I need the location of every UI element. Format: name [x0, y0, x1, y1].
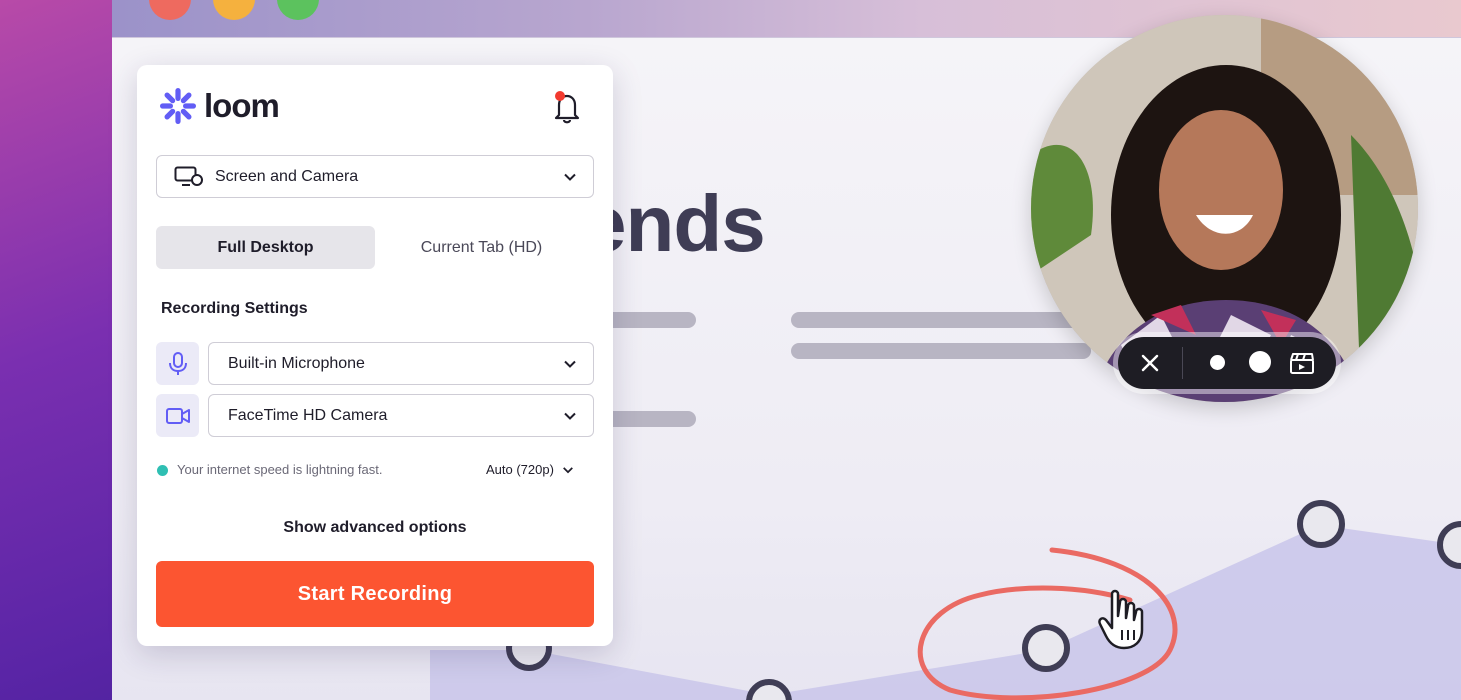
microphone-select[interactable]: Built-in Microphone — [208, 342, 594, 385]
controls-divider — [1182, 347, 1183, 379]
loom-recorder-panel: loom Screen and Camera Full Desktop Curr… — [137, 65, 613, 646]
camera-select[interactable]: FaceTime HD Camera — [208, 394, 594, 437]
close-icon[interactable] — [1138, 351, 1162, 375]
internet-speed-text: Your internet speed is lightning fast. — [177, 462, 383, 477]
microphone-toggle[interactable] — [156, 342, 199, 385]
start-recording-button[interactable]: Start Recording — [156, 561, 594, 627]
tab-full-desktop[interactable]: Full Desktop — [156, 226, 375, 269]
loom-logo: loom — [159, 87, 280, 125]
quality-label: Auto (720p) — [486, 462, 554, 477]
chart-point — [1022, 624, 1070, 672]
video-camera-icon — [165, 407, 190, 424]
clapperboard-icon[interactable] — [1289, 351, 1315, 375]
camera-toggle[interactable] — [156, 394, 199, 437]
tab-current-tab[interactable]: Current Tab (HD) — [384, 226, 579, 269]
notification-dot — [555, 91, 565, 101]
chart-point — [746, 679, 792, 700]
show-advanced-options-link[interactable]: Show advanced options — [137, 519, 613, 537]
small-bubble-size-button[interactable] — [1210, 355, 1225, 370]
chevron-down-icon — [564, 173, 576, 181]
recording-mode-label: Screen and Camera — [215, 167, 359, 185]
chart-point — [1297, 500, 1345, 548]
camera-label: FaceTime HD Camera — [228, 406, 388, 424]
connection-status-dot — [157, 465, 168, 476]
large-bubble-size-button[interactable] — [1249, 351, 1271, 373]
screen-camera-icon — [174, 166, 203, 186]
quality-select[interactable]: Auto (720p) — [486, 462, 574, 477]
chevron-down-icon — [564, 360, 576, 368]
microphone-label: Built-in Microphone — [228, 354, 365, 372]
recording-settings-title: Recording Settings — [161, 300, 308, 317]
microphone-icon — [168, 351, 187, 375]
recording-mode-select[interactable]: Screen and Camera — [156, 155, 594, 198]
chevron-down-icon — [564, 412, 576, 420]
chart-point — [1437, 521, 1461, 569]
bell-icon[interactable] — [550, 89, 584, 125]
chevron-down-icon — [563, 466, 573, 473]
loom-logo-icon — [160, 88, 196, 124]
camera-controls-bar — [1118, 337, 1336, 389]
loom-logo-text: loom — [204, 87, 280, 124]
